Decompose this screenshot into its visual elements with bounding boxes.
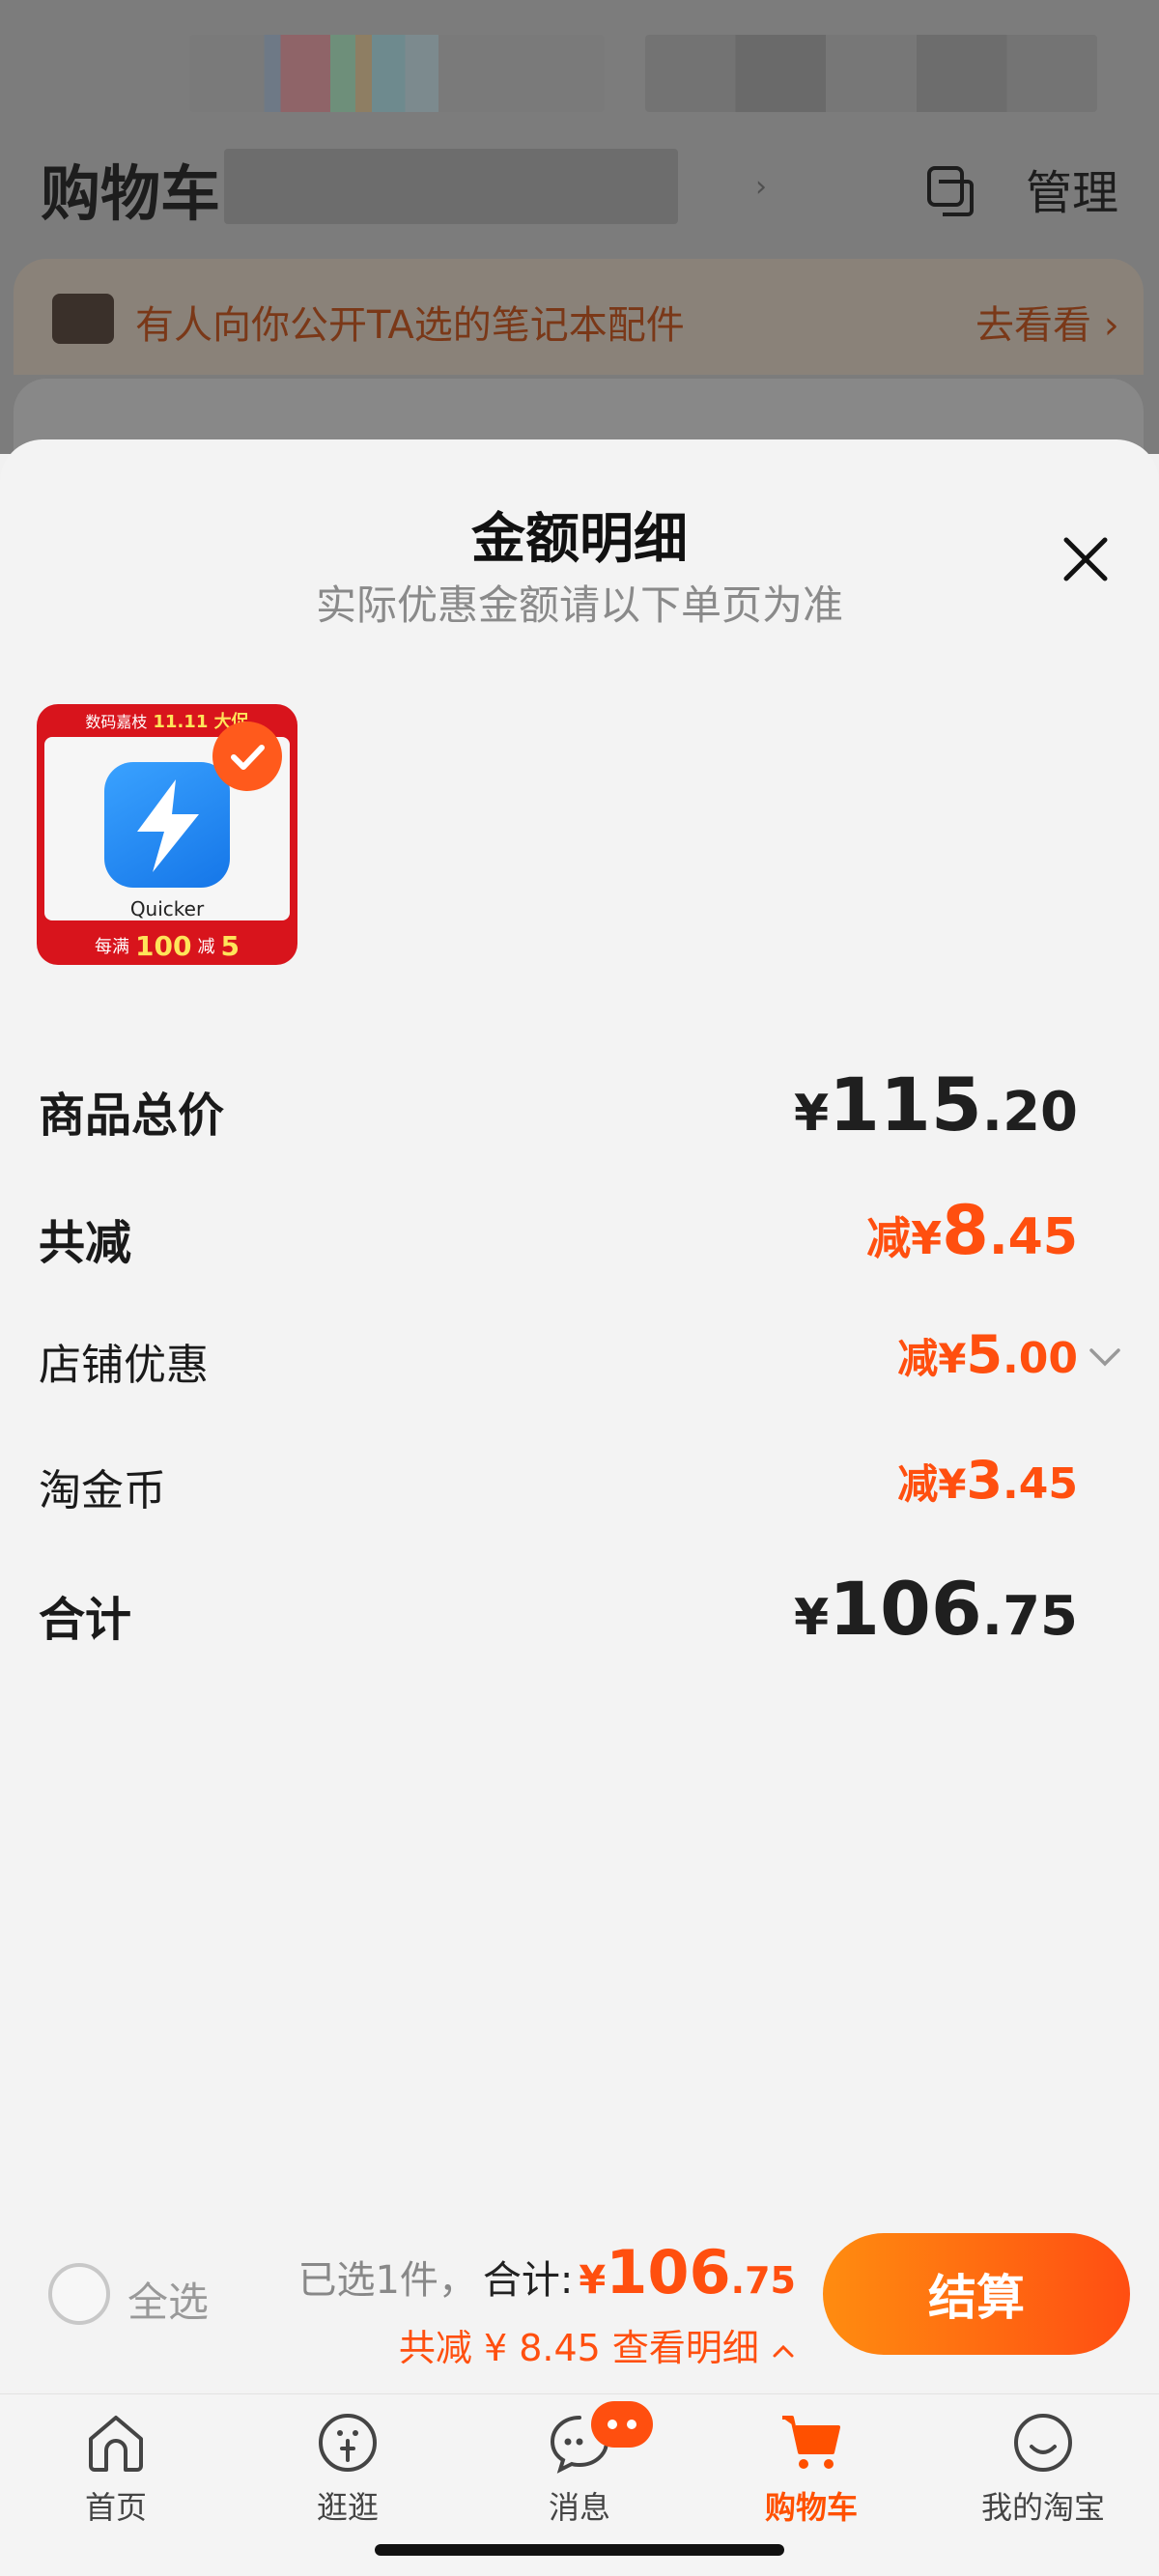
row-value: ¥115.20 xyxy=(793,1062,1078,1147)
thumb-promo-bottom: 每满 100 减 5 xyxy=(95,929,240,962)
address-blur xyxy=(224,149,678,224)
profile-icon xyxy=(1014,2414,1072,2472)
row-label: 共减 xyxy=(39,1216,132,1270)
row-value: 减¥8.45 xyxy=(866,1191,1078,1270)
message-badge xyxy=(591,2401,653,2448)
tab-home[interactable]: 首页 xyxy=(19,2410,212,2526)
laptop-accessory-icon xyxy=(52,294,114,344)
select-all-label[interactable]: 全选 xyxy=(127,2270,209,2329)
tab-label: 我的淘宝 xyxy=(980,2489,1105,2526)
tab-label: 购物车 xyxy=(764,2489,858,2526)
view-detail-link[interactable]: 共减 ¥ 8.45 查看明细 xyxy=(399,2318,796,2371)
quicker-app-icon xyxy=(104,762,230,888)
home-icon xyxy=(89,2416,143,2472)
row-label: 店铺优惠 xyxy=(39,1341,209,1390)
chevron-down-icon[interactable] xyxy=(1086,1338,1124,1376)
row-value: 减¥5.00 xyxy=(897,1324,1078,1385)
cart-icon xyxy=(782,2416,840,2469)
amount-detail-sheet: 金额明细 实际优惠金额请以下单页为准 数码嘉枝 11.11 大促 Quicker… xyxy=(0,439,1159,2229)
checkout-bar: 全选 已选1件， 合计: ¥106.75 共减 ¥ 8.45 查看明细 结算 xyxy=(0,2229,1159,2393)
sheet-subtitle: 实际优惠金额请以下单页为准 xyxy=(315,581,843,629)
row-total: 合计 ¥106.75 xyxy=(39,1566,1078,1652)
chevron-right-icon: › xyxy=(755,170,767,204)
home-indicator xyxy=(375,2544,784,2556)
background-page: 购物车 › 管理 有人向你公开TA选的笔记本配件 去看看 › xyxy=(0,0,1159,454)
status-bar-blur xyxy=(645,35,1097,112)
copy-icon[interactable] xyxy=(925,164,974,216)
tab-label: 逛逛 xyxy=(316,2489,379,2526)
tab-label: 消息 xyxy=(548,2489,610,2526)
sheet-title: 金额明细 xyxy=(471,508,688,571)
page-title: 购物车 xyxy=(41,158,221,229)
banner-text: 有人向你公开TA选的笔记本配件 xyxy=(135,303,685,348)
selected-count: 已选1件， xyxy=(297,2258,477,2303)
row-label: 淘金币 xyxy=(39,1466,166,1515)
total-amount: ¥106.75 xyxy=(579,2237,796,2307)
selected-check-icon[interactable] xyxy=(212,722,282,791)
total-label: 合计: xyxy=(482,2258,574,2303)
row-value: 减¥3.45 xyxy=(897,1450,1078,1511)
status-bar-blur xyxy=(189,35,605,112)
row-label: 商品总价 xyxy=(39,1089,225,1143)
sum-line: 已选1件， 合计: ¥106.75 xyxy=(297,2237,796,2307)
tab-cart[interactable]: 购物车 xyxy=(715,2410,908,2526)
banner-link[interactable]: 去看看 › xyxy=(975,294,1119,350)
app-name: Quicker xyxy=(129,897,205,920)
chevron-up-icon xyxy=(773,2344,794,2357)
manage-button[interactable]: 管理 xyxy=(1026,155,1118,222)
tab-my-taobao[interactable]: 我的淘宝 xyxy=(947,2410,1140,2526)
tab-guangguang[interactable]: 逛逛 xyxy=(251,2410,444,2526)
close-icon[interactable] xyxy=(1055,528,1117,590)
row-subtotal: 商品总价 ¥115.20 xyxy=(39,1062,1078,1147)
guangguang-icon xyxy=(319,2414,377,2472)
checkout-button[interactable]: 结算 xyxy=(823,2233,1130,2355)
tab-label: 首页 xyxy=(84,2489,147,2526)
row-value: ¥106.75 xyxy=(793,1566,1078,1652)
row-label: 合计 xyxy=(39,1593,132,1647)
row-store-discount[interactable]: 店铺优惠 减¥5.00 xyxy=(39,1324,1078,1398)
select-all-radio[interactable] xyxy=(48,2263,110,2325)
row-total-discount: 共减 减¥8.45 xyxy=(39,1191,1078,1272)
row-taojinbi: 淘金币 减¥3.45 xyxy=(39,1450,1078,1523)
